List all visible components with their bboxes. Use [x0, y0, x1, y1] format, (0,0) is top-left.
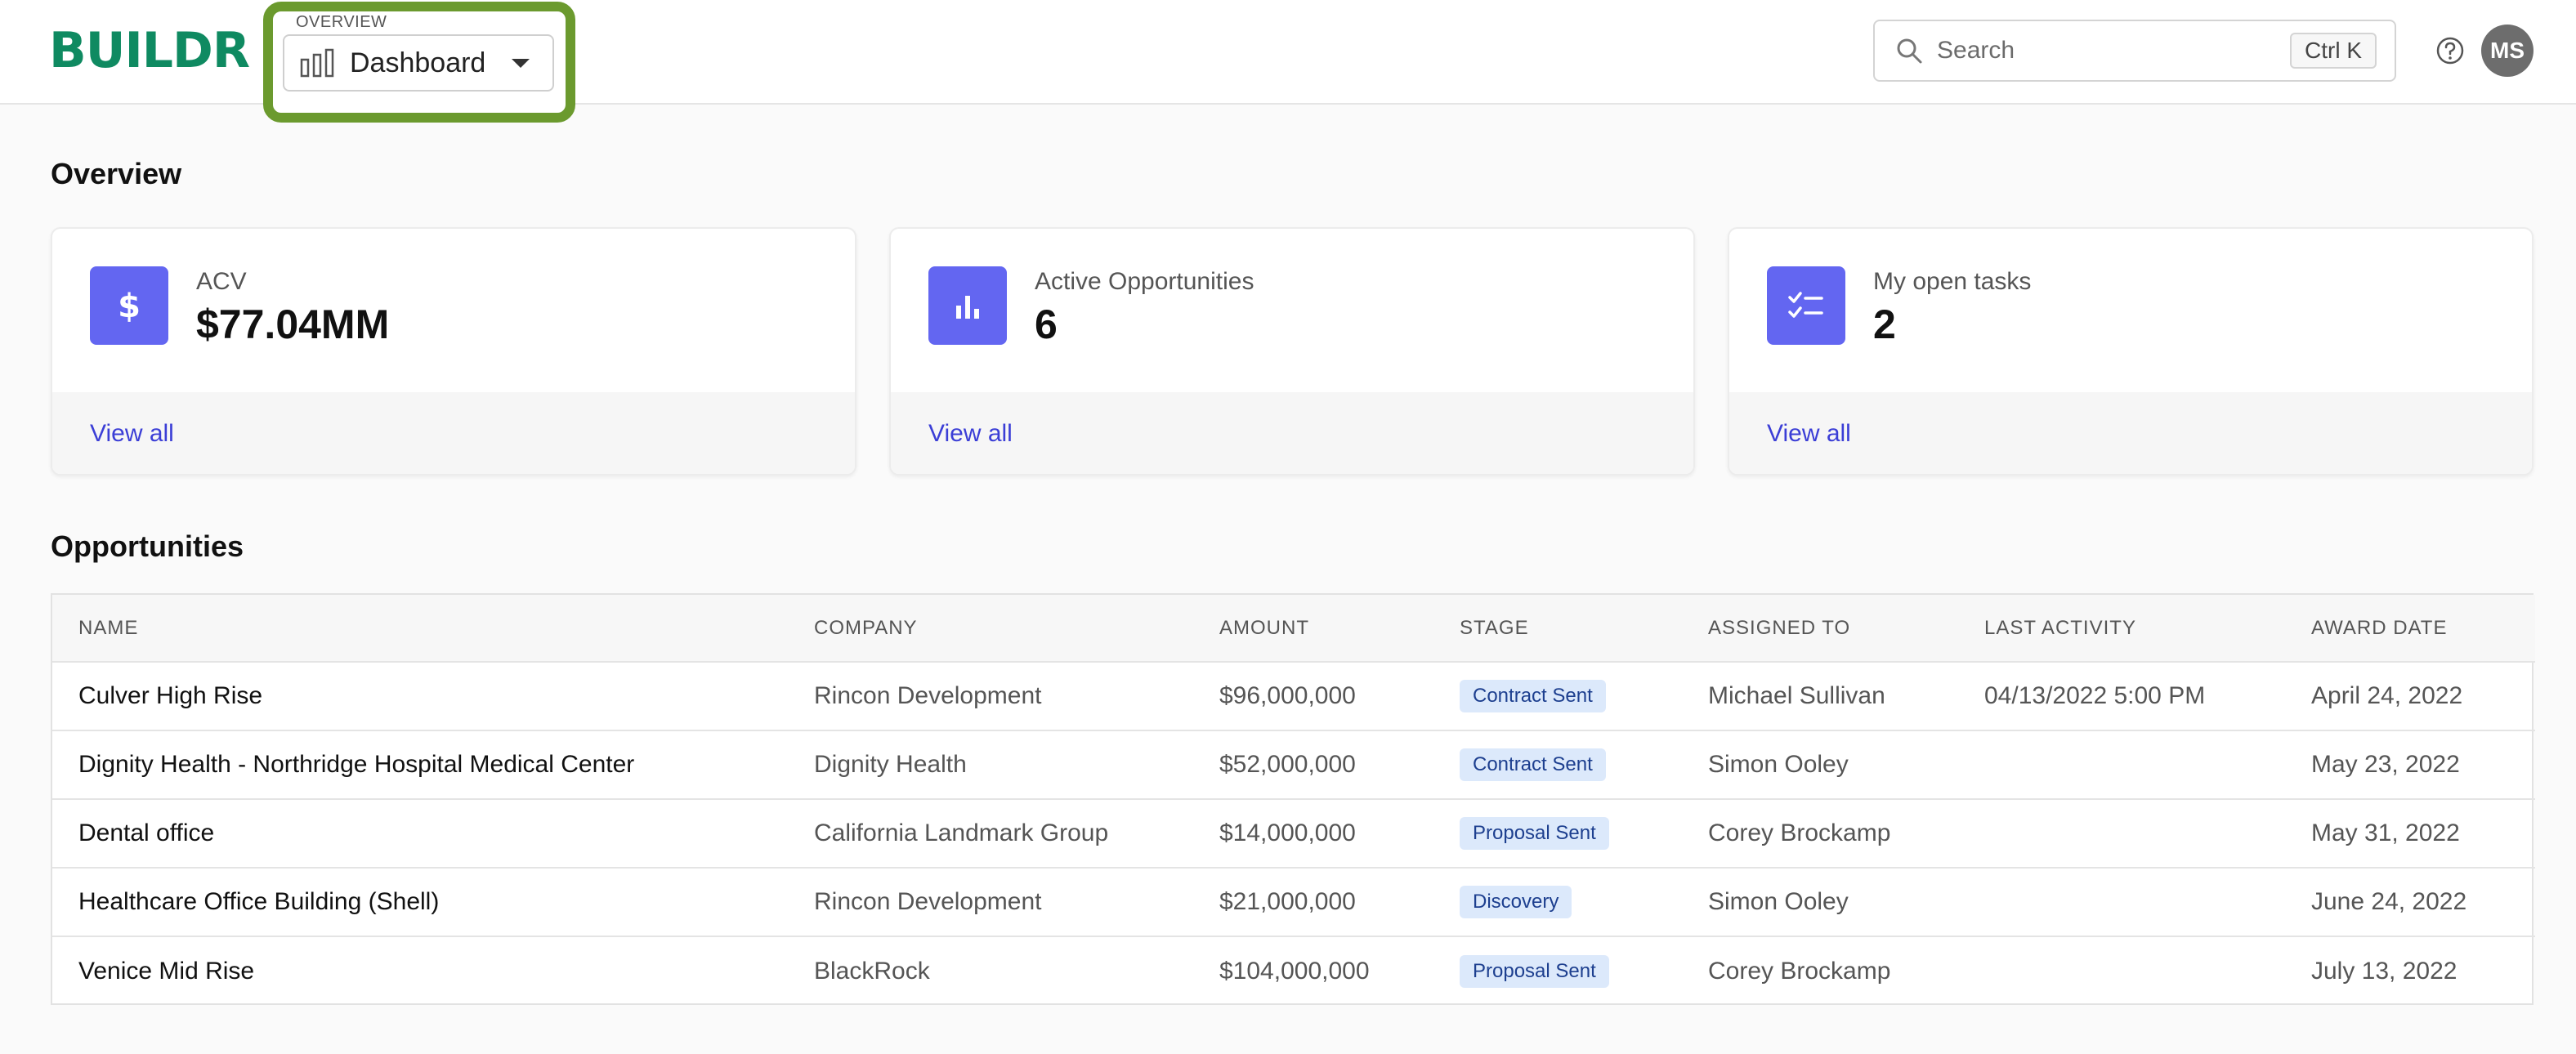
card-footer: View all — [891, 392, 1693, 474]
stage-badge: Contract Sent — [1460, 748, 1606, 781]
column-header-company[interactable]: COMPANY — [788, 595, 1193, 662]
column-header-amount[interactable]: AMOUNT — [1193, 595, 1433, 662]
top-header: BUILDR OVERVIEW Dashboard Ctrl K — [0, 0, 2576, 123]
stage-cell: Proposal Sent — [1433, 936, 1682, 1005]
amount-cell: $52,000,000 — [1219, 751, 1356, 778]
open-tasks-card: My open tasks 2 View all — [1728, 227, 2534, 476]
stage-badge: Discovery — [1460, 886, 1572, 918]
last-activity-cell — [1958, 730, 2285, 799]
card-label: ACV — [196, 268, 247, 295]
search-box[interactable]: Ctrl K — [1873, 20, 2396, 82]
column-header-stage[interactable]: STAGE — [1433, 595, 1682, 662]
card-value: $77.04MM — [196, 301, 390, 347]
view-switcher-dropdown[interactable]: Dashboard — [283, 34, 554, 92]
company-cell: Rincon Development — [814, 888, 1042, 915]
stage-badge: Proposal Sent — [1460, 817, 1609, 850]
opportunities-title: Opportunities — [51, 529, 244, 563]
assigned-cell: Corey Brockamp — [1708, 957, 1891, 985]
amount-cell: $104,000,000 — [1219, 957, 1370, 985]
stage-cell: Proposal Sent — [1433, 799, 1682, 868]
overview-title: Overview — [51, 157, 182, 190]
assigned-cell: Corey Brockamp — [1708, 820, 1891, 846]
checklist-icon — [1767, 266, 1845, 345]
stage-cell: Contract Sent — [1433, 730, 1682, 799]
active-opportunities-card: Active Opportunities 6 View all — [889, 227, 1695, 476]
company-cell: BlackRock — [814, 957, 930, 985]
opportunity-name[interactable]: Healthcare Office Building (Shell) — [52, 868, 788, 936]
dollar-icon: $ — [90, 266, 168, 345]
column-header-name[interactable]: NAME — [52, 595, 788, 662]
caret-down-icon — [512, 58, 530, 68]
view-switcher-label: Dashboard — [350, 47, 486, 78]
stage-badge: Contract Sent — [1460, 680, 1606, 712]
award-date-cell: July 13, 2022 — [2311, 957, 2457, 985]
stage-badge: Proposal Sent — [1460, 954, 1609, 988]
svg-text:$: $ — [118, 288, 141, 325]
award-date-cell: May 23, 2022 — [2311, 751, 2460, 778]
column-header-assigned-to[interactable]: ASSIGNED TO — [1682, 595, 1958, 662]
opportunities-table: NAME COMPANY AMOUNT STAGE ASSIGNED TO LA… — [51, 593, 2535, 1005]
amount-cell: $96,000,000 — [1219, 682, 1356, 709]
card-label: My open tasks — [1873, 268, 2032, 295]
view-all-link[interactable]: View all — [1767, 420, 1851, 448]
award-date-cell: June 24, 2022 — [2311, 888, 2467, 915]
last-activity-cell — [1958, 868, 2285, 936]
column-header-last-activity[interactable]: LAST ACTIVITY — [1958, 595, 2285, 662]
company-cell: California Landmark Group — [814, 820, 1109, 846]
opportunity-name[interactable]: Venice Mid Rise — [52, 936, 788, 1005]
company-cell: Rincon Development — [814, 682, 1042, 709]
bar-chart-outline-icon — [299, 47, 337, 79]
view-all-link[interactable]: View all — [90, 420, 174, 448]
assigned-cell: Simon Ooley — [1708, 751, 1849, 778]
card-footer: View all — [1729, 392, 2532, 474]
card-value: 6 — [1035, 301, 1058, 347]
opportunity-name[interactable]: Dental office — [52, 799, 788, 868]
table-row[interactable]: Venice Mid Rise BlackRock $104,000,000 P… — [52, 936, 2535, 1005]
stage-cell: Contract Sent — [1433, 662, 1682, 730]
assigned-cell: Michael Sullivan — [1708, 682, 1885, 709]
opportunity-name[interactable]: Dignity Health - Northridge Hospital Med… — [52, 730, 788, 799]
card-footer: View all — [52, 392, 855, 474]
card-value: 2 — [1873, 301, 1896, 347]
table-header-row: NAME COMPANY AMOUNT STAGE ASSIGNED TO LA… — [52, 595, 2535, 662]
award-date-cell: April 24, 2022 — [2311, 682, 2463, 709]
amount-cell: $21,000,000 — [1219, 888, 1356, 915]
table-row[interactable]: Dental office California Landmark Group … — [52, 799, 2535, 868]
last-activity-cell — [1958, 936, 2285, 1005]
acv-card: $ ACV $77.04MM View all — [51, 227, 856, 476]
opportunity-name[interactable]: Culver High Rise — [52, 662, 788, 730]
table-row[interactable]: Dignity Health - Northridge Hospital Med… — [52, 730, 2535, 799]
search-icon — [1894, 36, 1924, 65]
buildr-logo[interactable]: BUILDR — [49, 23, 250, 78]
assigned-cell: Simon Ooley — [1708, 888, 1849, 915]
table-row[interactable]: Culver High Rise Rincon Development $96,… — [52, 662, 2535, 730]
view-all-link[interactable]: View all — [928, 420, 1013, 448]
column-header-award-date[interactable]: AWARD DATE — [2285, 595, 2535, 662]
view-switcher-caption: OVERVIEW — [296, 13, 387, 31]
company-cell: Dignity Health — [814, 751, 967, 778]
table-row[interactable]: Healthcare Office Building (Shell) Rinco… — [52, 868, 2535, 936]
last-activity-cell: 04/13/2022 5:00 PM — [1984, 682, 2206, 709]
card-label: Active Opportunities — [1035, 268, 1254, 295]
stage-cell: Discovery — [1433, 868, 1682, 936]
search-shortcut-hint: Ctrl K — [2290, 33, 2377, 69]
last-activity-cell — [1958, 799, 2285, 868]
bar-chart-icon — [928, 266, 1007, 345]
help-icon[interactable] — [2435, 36, 2465, 65]
award-date-cell: May 31, 2022 — [2311, 820, 2460, 846]
search-input[interactable] — [1935, 30, 2262, 71]
amount-cell: $14,000,000 — [1219, 820, 1356, 846]
user-avatar[interactable]: MS — [2481, 25, 2534, 77]
